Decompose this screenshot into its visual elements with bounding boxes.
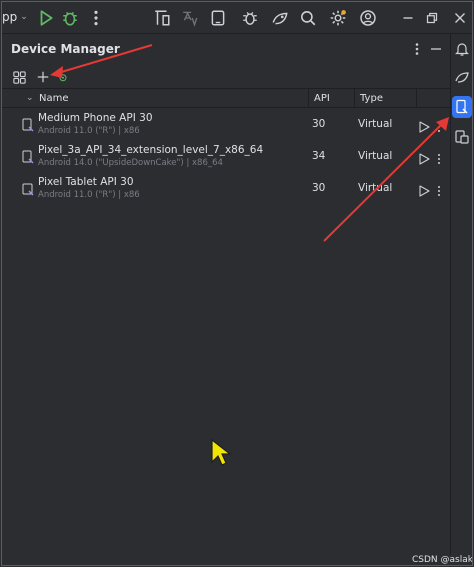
device-row[interactable]: Medium Phone API 30 Android 11.0 ("R") |… <box>2 108 452 140</box>
more-vertical-icon[interactable] <box>86 8 106 28</box>
device-type: Virtual <box>358 150 393 162</box>
start-device-icon[interactable] <box>418 182 430 197</box>
panel-title: Device Manager <box>11 42 120 56</box>
device-type: Virtual <box>358 118 393 130</box>
column-header-type[interactable]: Type <box>360 93 383 104</box>
bug-icon[interactable] <box>240 8 260 28</box>
device-manager-panel: Device Manager ⌄ Name API Type Medium Ph… <box>2 34 452 565</box>
gear-icon[interactable] <box>328 8 348 28</box>
chevron-down-icon: ⌄ <box>20 12 28 22</box>
device-details: Android 14.0 ("UpsideDownCake") | x86_64 <box>38 158 223 168</box>
app-quality-icon[interactable] <box>270 8 290 28</box>
right-tool-strip <box>450 34 472 565</box>
panel-hide-icon[interactable] <box>428 41 444 57</box>
running-devices-icon[interactable] <box>453 128 471 146</box>
device-name: Pixel Tablet API 30 <box>38 176 134 188</box>
debug-icon[interactable] <box>60 8 80 28</box>
main-toolbar: pp ⌄ <box>2 2 472 34</box>
run-config-selector[interactable]: pp ⌄ <box>2 10 28 24</box>
panel-options-icon[interactable] <box>410 41 424 57</box>
close-window-icon[interactable] <box>450 8 470 28</box>
layout-inspector-icon[interactable] <box>152 8 172 28</box>
sort-chevron-icon[interactable]: ⌄ <box>26 93 34 103</box>
ide-window: pp ⌄ Device Manager ⌄ Name API Type Medi… <box>1 1 473 566</box>
device-row[interactable]: Pixel_3a_API_34_extension_level_7_x86_64… <box>2 140 452 172</box>
device-type: Virtual <box>358 182 393 194</box>
minimize-window-icon[interactable] <box>398 8 418 28</box>
column-divider[interactable] <box>416 89 417 108</box>
column-divider[interactable] <box>308 89 309 108</box>
device-name: Pixel_3a_API_34_extension_level_7_x86_64 <box>38 144 264 156</box>
translate-icon[interactable] <box>180 8 200 28</box>
device-toolbar <box>2 66 452 88</box>
device-name: Medium Phone API 30 <box>38 112 153 124</box>
restore-window-icon[interactable] <box>422 8 442 28</box>
device-details: Android 11.0 ("R") | x86 <box>38 126 140 136</box>
gradle-icon[interactable] <box>453 68 471 86</box>
start-device-icon[interactable] <box>418 150 430 165</box>
pair-device-icon[interactable] <box>54 68 72 86</box>
device-api: 30 <box>312 182 326 194</box>
device-manager-icon[interactable] <box>453 98 471 116</box>
device-details: Android 11.0 ("R") | x86 <box>38 190 140 200</box>
device-actions-icon[interactable] <box>435 150 443 164</box>
run-icon[interactable] <box>36 8 56 28</box>
device-row[interactable]: Pixel Tablet API 30 Android 11.0 ("R") |… <box>2 172 452 204</box>
mouse-cursor-icon <box>211 438 232 466</box>
run-config-label: pp <box>2 10 18 24</box>
account-icon[interactable] <box>358 8 378 28</box>
device-mirror-icon[interactable] <box>208 8 228 28</box>
virtual-device-icon <box>22 149 34 164</box>
device-actions-icon[interactable] <box>435 182 443 196</box>
search-icon[interactable] <box>298 8 318 28</box>
virtual-tablet-icon <box>22 181 34 196</box>
virtual-device-icon <box>22 117 34 132</box>
notifications-icon[interactable] <box>453 40 471 58</box>
device-group-icon[interactable] <box>10 68 28 86</box>
device-api: 34 <box>312 150 326 162</box>
column-header-name[interactable]: Name <box>39 93 69 104</box>
device-table-header: ⌄ Name API Type <box>2 88 452 108</box>
start-device-icon[interactable] <box>418 118 430 133</box>
device-api: 30 <box>312 118 326 130</box>
watermark: CSDN @aslaka <box>410 555 472 565</box>
column-header-api[interactable]: API <box>314 93 330 104</box>
add-device-icon[interactable] <box>34 68 52 86</box>
device-actions-icon[interactable] <box>435 118 443 132</box>
column-divider[interactable] <box>354 89 355 108</box>
